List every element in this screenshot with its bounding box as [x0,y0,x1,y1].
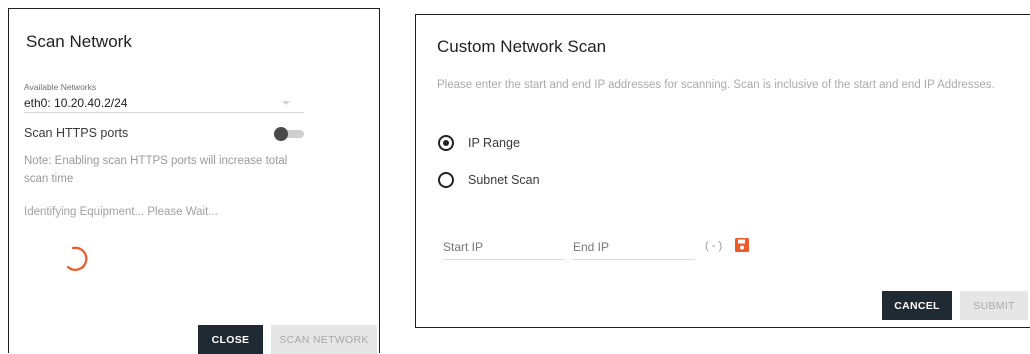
cancel-button[interactable]: CANCEL [882,291,952,320]
chevron-down-icon[interactable] [282,101,290,105]
end-ip-input[interactable] [573,235,695,260]
scan-network-button[interactable]: SCAN NETWORK [271,325,377,354]
networks-label: Available Networks [24,82,97,92]
radio-ip-range[interactable]: IP Range [438,135,520,151]
scan-status: Identifying Equipment... Please Wait... [24,206,218,218]
scan-network-dialog: Scan Network Available Networks eth0: 10… [8,8,380,354]
submit-button[interactable]: SUBMIT [960,291,1028,320]
network-select[interactable]: eth0: 10.20.40.2/24 [24,96,127,110]
radio-label: IP Range [468,136,520,150]
radio-unchecked-icon[interactable] [438,172,454,188]
https-toggle[interactable] [274,127,304,141]
range-separator: ( - ) [705,240,723,252]
save-icon[interactable] [735,238,749,252]
loading-spinner-icon [66,246,88,271]
dialog-description: Please enter the start and end IP addres… [437,79,995,91]
start-ip-input[interactable] [443,235,565,260]
https-toggle-label: Scan HTTPS ports [24,126,129,140]
radio-checked-icon[interactable] [438,135,454,151]
radio-label: Subnet Scan [468,173,540,187]
toggle-knob [274,127,288,141]
dialog-title: Custom Network Scan [437,37,607,56]
close-button[interactable]: CLOSE [198,325,263,354]
https-note: Note: Enabling scan HTTPS ports will inc… [24,155,288,185]
dialog-title: Scan Network [26,32,132,51]
custom-network-scan-dialog: Custom Network Scan Please enter the sta… [415,14,1030,328]
radio-subnet-scan[interactable]: Subnet Scan [438,172,540,188]
select-underline [24,112,304,113]
